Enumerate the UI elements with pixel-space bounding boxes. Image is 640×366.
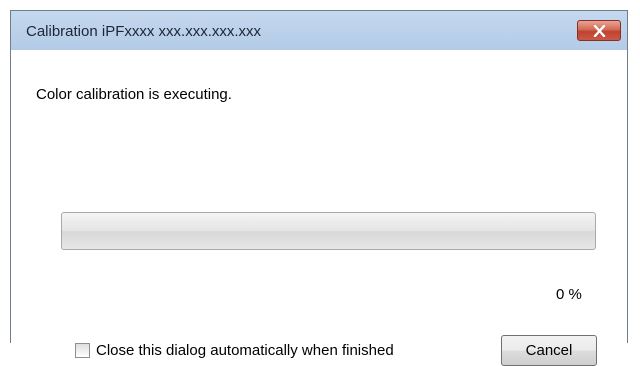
window-title: Calibration iPFxxxx xxx.xxx.xxx.xxx — [26, 23, 262, 40]
progress-bar — [61, 212, 596, 250]
calibration-dialog: Calibration iPFxxxx xxx.xxx.xxx.xxx Colo… — [10, 10, 628, 366]
progress-percent: 0 % — [556, 286, 582, 303]
dialog-body: Color calibration is executing. 0 % Clos… — [18, 50, 620, 366]
auto-close-label[interactable]: Close this dialog automatically when fin… — [96, 342, 394, 359]
cancel-button[interactable]: Cancel — [501, 335, 597, 366]
auto-close-option[interactable]: Close this dialog automatically when fin… — [75, 342, 394, 359]
auto-close-checkbox[interactable] — [75, 343, 90, 358]
close-icon — [593, 25, 606, 37]
status-message: Color calibration is executing. — [36, 86, 232, 103]
close-button[interactable] — [577, 20, 621, 41]
title-bar[interactable]: Calibration iPFxxxx xxx.xxx.xxx.xxx — [11, 11, 627, 50]
